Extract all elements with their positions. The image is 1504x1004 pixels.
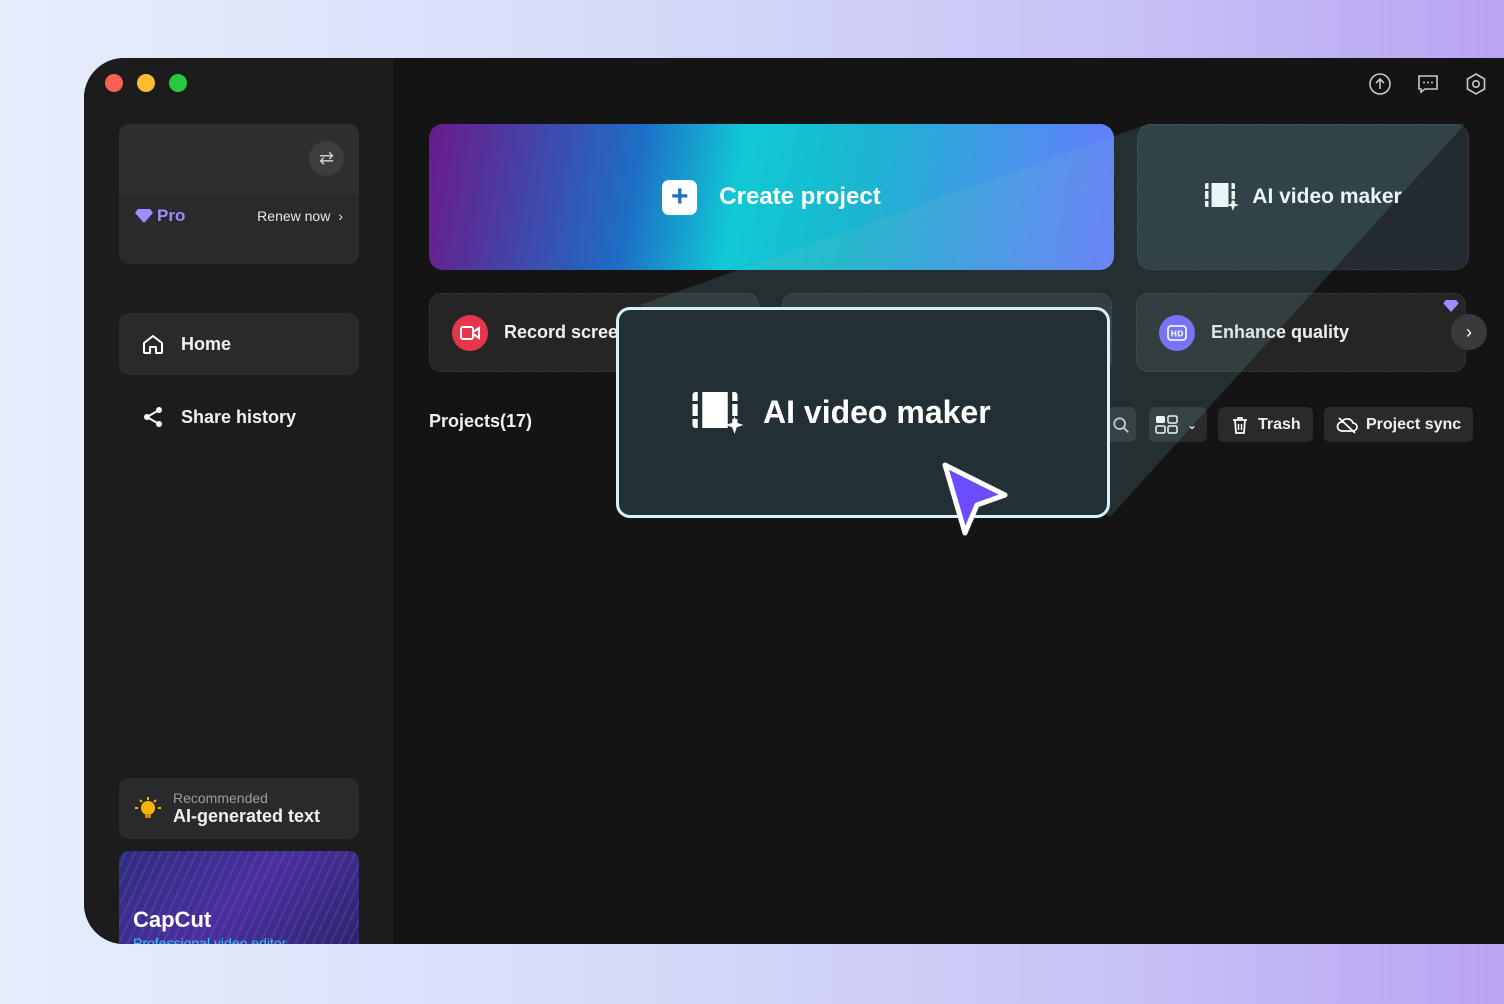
plan-label: Pro: [157, 206, 186, 225]
home-icon: [143, 335, 163, 354]
switch-account-icon[interactable]: ⇄: [309, 141, 344, 176]
chevron-down-icon: ⌄: [1187, 417, 1198, 432]
cloud-off-icon: [1336, 416, 1358, 434]
recommended-title: AI-generated text: [173, 806, 321, 826]
record-screen-label: Record screen: [504, 322, 630, 342]
recommended-caption: Recommended: [173, 790, 268, 806]
promo-banner[interactable]: CapCut Professional video editor: [119, 851, 359, 944]
projects-title: Projects(17): [429, 411, 533, 431]
pro-diamond-icon: [1443, 300, 1459, 312]
promo-title: CapCut: [133, 907, 212, 932]
trash-button[interactable]: Trash: [1218, 407, 1313, 442]
trash-icon: [1233, 416, 1247, 434]
cursor-icon: [942, 462, 1008, 536]
sidebar-item-label: Home: [181, 333, 232, 354]
view-mode-dropdown[interactable]: ⌄: [1149, 407, 1207, 442]
share-icon: [144, 407, 162, 427]
renew-label: Renew now: [257, 208, 331, 224]
account-header: ⇄: [119, 124, 359, 194]
project-sync-button[interactable]: Project sync: [1324, 407, 1474, 442]
sidebar-item-label: Share history: [181, 406, 297, 427]
pro-badge: Pro: [135, 206, 185, 226]
close-window-button[interactable]: [105, 74, 123, 92]
upload-icon[interactable]: [1368, 72, 1392, 96]
lightbulb-icon: [135, 796, 161, 818]
sidebar-item-share-history[interactable]: Share history: [119, 386, 359, 448]
grid-view-icon: [1155, 414, 1178, 434]
ai-video-icon: [692, 391, 744, 434]
ai-video-icon: [1205, 183, 1240, 211]
recommended-text: Recommended AI-generated text: [173, 790, 320, 827]
chevron-right-icon[interactable]: ›: [1451, 314, 1487, 350]
sidebar-item-home[interactable]: Home: [119, 313, 359, 375]
trash-label: Trash: [1258, 415, 1301, 433]
hd-icon: HD: [1159, 314, 1195, 351]
project-sync-label: Project sync: [1366, 415, 1462, 433]
plus-icon: +: [662, 179, 698, 215]
toolbar-icons: [1368, 72, 1488, 96]
zoom-window-button[interactable]: [169, 74, 187, 92]
enhance-quality-label: Enhance quality: [1211, 322, 1350, 342]
ai-video-maker-callout: AI video maker: [616, 307, 1110, 518]
chevron-right-icon: ›: [338, 208, 343, 224]
svg-text:HD: HD: [1170, 329, 1184, 338]
create-project-label: Create project: [719, 183, 881, 210]
ai-video-maker-label: AI video maker: [1252, 185, 1402, 208]
callout-label: AI video maker: [763, 394, 991, 430]
window-controls: [105, 74, 187, 92]
search-icon: [1113, 416, 1129, 433]
settings-icon[interactable]: [1464, 72, 1488, 96]
renew-link[interactable]: Renew now ›: [257, 208, 343, 224]
sidebar: ⇄ Pro Renew now › Home Share history Rec…: [84, 58, 394, 944]
plan-row: Pro Renew now ›: [135, 206, 343, 226]
promo-subtitle: Professional video editor: [133, 935, 287, 944]
diamond-icon: [135, 209, 153, 223]
search-button[interactable]: [1106, 407, 1136, 442]
enhance-quality-button[interactable]: HD Enhance quality: [1136, 293, 1466, 372]
minimize-window-button[interactable]: [137, 74, 155, 92]
create-project-button[interactable]: + Create project: [429, 124, 1114, 270]
recommended-card[interactable]: Recommended AI-generated text: [119, 778, 359, 839]
record-icon: [452, 314, 488, 351]
ai-video-maker-button[interactable]: AI video maker: [1137, 124, 1469, 270]
feedback-icon[interactable]: [1416, 72, 1440, 96]
account-card: ⇄ Pro Renew now ›: [119, 124, 359, 264]
